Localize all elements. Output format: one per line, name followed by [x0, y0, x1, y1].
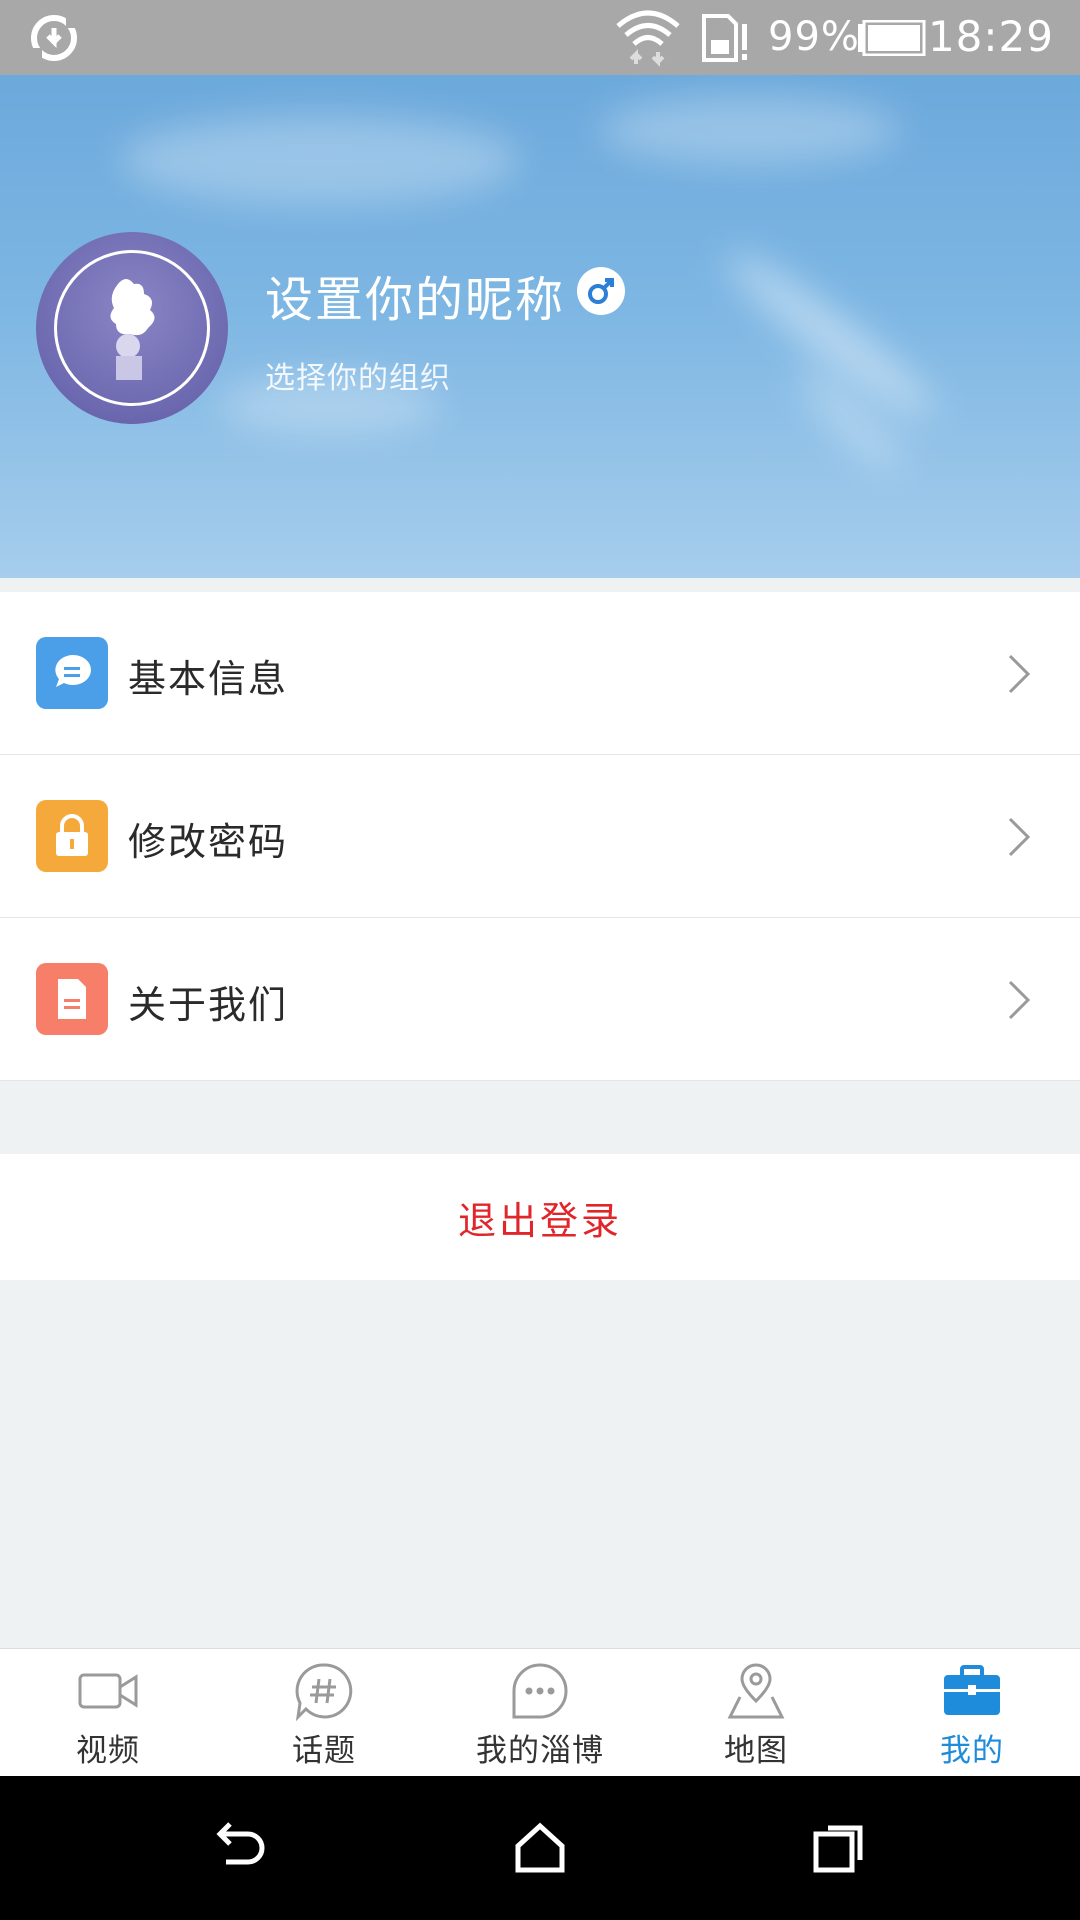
briefcase-icon — [944, 1665, 1000, 1715]
menu-item-about-us[interactable]: 关于我们 — [0, 917, 1080, 1080]
organization-link[interactable]: 选择你的组织 — [265, 353, 451, 397]
video-icon — [78, 1673, 138, 1709]
hashtag-icon — [295, 1663, 353, 1721]
wifi-icon — [616, 10, 680, 67]
recents-icon[interactable] — [812, 1820, 868, 1876]
clock: 18:29 — [927, 12, 1054, 61]
tab-map[interactable]: 地图 — [648, 1649, 864, 1777]
avatar[interactable] — [36, 232, 228, 424]
home-icon[interactable] — [512, 1820, 568, 1876]
system-nav-bar — [0, 1776, 1080, 1920]
tab-topics[interactable]: 话题 — [216, 1649, 432, 1777]
menu-item-label: 基本信息 — [128, 657, 289, 701]
tab-label: 地图 — [724, 1733, 788, 1769]
menu-item-basic-info[interactable]: 基本信息 — [0, 592, 1080, 754]
menu-item-label: 修改密码 — [128, 820, 289, 864]
tab-my-zibo[interactable]: 我的淄博 — [432, 1649, 648, 1777]
status-bar: 99% 18:29 — [0, 0, 1080, 75]
lock-icon — [36, 800, 108, 872]
tab-label: 我的 — [940, 1733, 1004, 1769]
settings-menu: 基本信息 修改密码 关于我们 — [0, 592, 1080, 1081]
tab-label: 我的淄博 — [476, 1733, 604, 1769]
logout-button[interactable]: 退出登录 — [0, 1154, 1080, 1280]
tab-label: 视频 — [76, 1733, 140, 1769]
chat-dots-icon — [512, 1663, 568, 1719]
menu-item-label: 关于我们 — [128, 983, 289, 1027]
battery-icon — [858, 20, 926, 56]
tab-label: 话题 — [292, 1733, 356, 1769]
logout-label: 退出登录 — [457, 1198, 622, 1243]
male-icon — [577, 267, 625, 315]
tab-mine[interactable]: 我的 — [864, 1649, 1080, 1777]
back-icon[interactable] — [212, 1820, 268, 1876]
chat-bubble-icon — [36, 637, 108, 709]
menu-item-change-password[interactable]: 修改密码 — [0, 754, 1080, 917]
battery-percent: 99% — [768, 14, 860, 60]
chevron-right-icon — [1008, 980, 1031, 1020]
chevron-right-icon — [1008, 654, 1031, 694]
bottom-tab-bar: 视频 话题 我的淄博 地图 我的 — [0, 1648, 1080, 1777]
sim-alert-icon — [702, 14, 747, 62]
map-pin-icon — [727, 1663, 785, 1719]
document-icon — [36, 963, 108, 1035]
chevron-right-icon — [1008, 817, 1031, 857]
tab-video[interactable]: 视频 — [0, 1649, 216, 1777]
rooster-logo-icon — [110, 279, 155, 380]
profile-header: 设置你的昵称 选择你的组织 — [0, 75, 1080, 578]
nickname[interactable]: 设置你的昵称 — [265, 260, 565, 330]
divider — [0, 1080, 1080, 1081]
sync-icon — [30, 15, 78, 61]
